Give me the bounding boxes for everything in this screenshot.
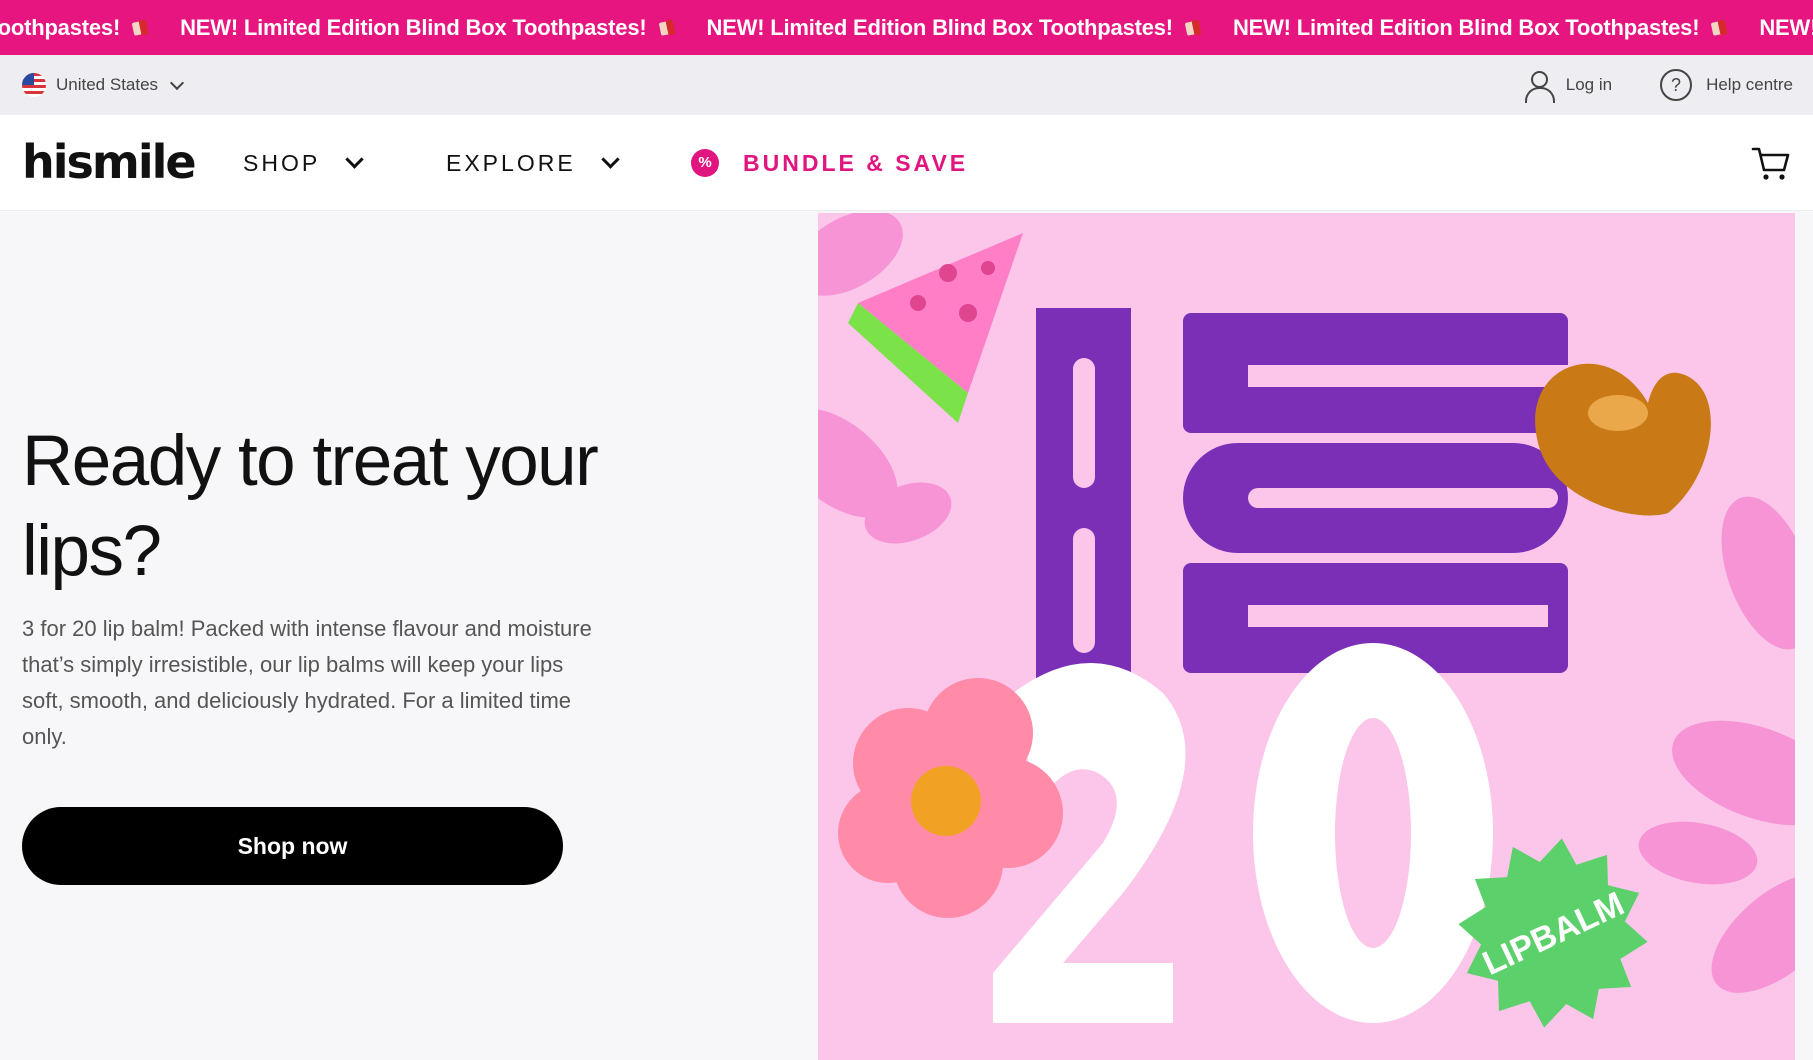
hero-content: Ready to treat your lips? 3 for 20 lip b… (0, 212, 818, 1060)
announcement-track: Toothpastes! NEW! Limited Edition Blind … (0, 0, 1813, 55)
region-label: United States (56, 75, 159, 94)
logo[interactable]: hismile (22, 135, 197, 189)
utility-links: Log in ? Help centre (1524, 55, 1793, 115)
nav-shop-label: SHOP (243, 149, 321, 176)
main-nav: hismile SHOP EXPLORE BUNDLE & SAVE (0, 115, 1813, 211)
user-icon (1524, 70, 1555, 103)
chevron-down-icon (345, 149, 364, 169)
utility-bar: United States Log in ? Help centre (0, 55, 1813, 115)
hero-image[interactable]: LIPBALM (818, 213, 1795, 1060)
login-link[interactable]: Log in (1524, 70, 1613, 103)
us-flag-icon (22, 73, 46, 97)
nav-shop[interactable]: SHOP (243, 115, 364, 211)
announcement-text: NEW! Limite (1759, 14, 1813, 40)
big-number-20 (993, 643, 1493, 1023)
big-number-3 (1036, 308, 1131, 703)
percent-badge-icon (691, 149, 719, 177)
help-icon: ? (1660, 69, 1693, 101)
help-centre-link[interactable]: ? Help centre (1660, 69, 1793, 101)
megaphone-icon (1709, 17, 1731, 39)
announcement-text: Toothpastes! (0, 14, 121, 40)
cart-icon[interactable] (1751, 143, 1791, 183)
megaphone-icon (657, 17, 679, 39)
nav-explore-label: EXPLORE (446, 149, 576, 176)
help-label: Help centre (1706, 75, 1793, 94)
announcement-item[interactable]: NEW! Limited Edition Blind Box Toothpast… (180, 15, 706, 41)
announcement-bar[interactable]: Toothpastes! NEW! Limited Edition Blind … (0, 0, 1813, 55)
hero-title: Ready to treat your lips? (22, 422, 599, 591)
announcement-text: NEW! Limited Edition Blind Box Toothpast… (180, 14, 647, 40)
promo-artwork: LIPBALM (818, 213, 1795, 1028)
announcement-item[interactable]: NEW! Limited Edition Blind Box Toothpast… (1233, 15, 1759, 41)
nav-bundle-label: BUNDLE & SAVE (743, 149, 969, 176)
hero-description: 3 for 20 lip balm! Packed with intense f… (22, 616, 592, 749)
megaphone-icon (1183, 17, 1205, 39)
announcement-item[interactable]: NEW! Limited Edition Blind Box Toothpast… (707, 15, 1233, 41)
announcement-text: NEW! Limited Edition Blind Box Toothpast… (706, 14, 1174, 40)
announcement-item[interactable]: Toothpastes! (0, 15, 180, 41)
announcement-text: NEW! Limited Edition Blind Box Toothpast… (1232, 14, 1700, 40)
nav-explore[interactable]: EXPLORE (446, 115, 620, 211)
big-word-for (1183, 313, 1568, 673)
nav-bundle-save[interactable]: BUNDLE & SAVE (691, 115, 968, 211)
login-label: Log in (1565, 75, 1613, 94)
chevron-down-icon (169, 75, 185, 90)
megaphone-icon (130, 17, 152, 39)
flower-decoration (838, 678, 1063, 918)
announcement-item[interactable]: NEW! Limite (1759, 15, 1813, 41)
shop-now-button[interactable]: Shop now (22, 807, 563, 885)
chevron-down-icon (600, 149, 620, 169)
region-selector[interactable]: United States (22, 55, 185, 115)
